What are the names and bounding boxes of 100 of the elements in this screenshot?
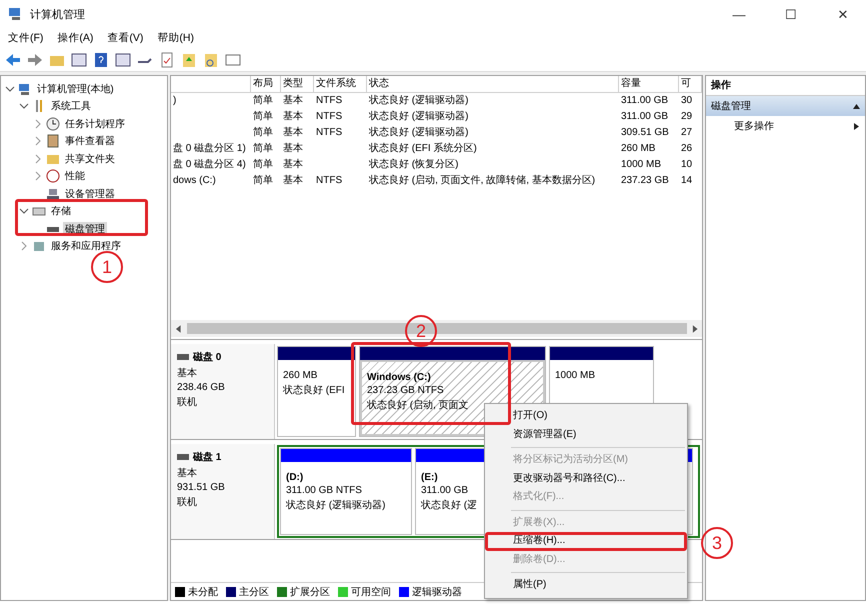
menu-item[interactable]: 帮助(H) bbox=[157, 31, 194, 45]
tree-item[interactable]: 性能 bbox=[63, 169, 87, 184]
right-arrow-icon[interactable] bbox=[690, 324, 698, 332]
table-cell-text: 基本 bbox=[282, 174, 304, 188]
collapse-triangle-icon[interactable] bbox=[853, 102, 860, 110]
table-cell-text: NTFS bbox=[315, 174, 344, 188]
tree-item[interactable]: 任务计划程序 bbox=[63, 116, 127, 131]
table-cell-text: NTFS bbox=[315, 126, 344, 140]
table-cell-text: 状态良好 (逻辑驱动器) bbox=[368, 126, 470, 140]
partition-size: 237.23 GB NTFS bbox=[367, 385, 444, 396]
collapsed-chevron-icon[interactable] bbox=[33, 136, 43, 146]
gauge-icon bbox=[46, 169, 60, 184]
collapsed-chevron-icon[interactable] bbox=[33, 118, 43, 129]
close-button[interactable]: ✕ bbox=[820, 0, 866, 28]
table-cell-text: 状态良好 (逻辑驱动器) bbox=[368, 94, 470, 108]
table-cell-text: 14 bbox=[680, 174, 694, 188]
partition-block[interactable]: 260 MB 状态良好 (EFI bbox=[277, 346, 356, 437]
disk-detail: 931.51 GB bbox=[177, 482, 226, 493]
menu-item[interactable]: 查看(V) bbox=[107, 31, 144, 45]
column-header[interactable]: 可 bbox=[679, 76, 702, 92]
legend-label: 可用空间 bbox=[351, 586, 391, 598]
context-menu-item[interactable]: 更改驱动器号和路径(C)... bbox=[485, 470, 687, 488]
actions-section-header[interactable]: 磁盘管理 bbox=[706, 96, 865, 116]
submenu-triangle-icon bbox=[853, 122, 860, 130]
table-cell-text: 盘 0 磁盘分区 1) bbox=[172, 142, 247, 156]
context-menu-item[interactable]: 属性(P) bbox=[485, 576, 687, 594]
table-cell-text: 基本 bbox=[282, 110, 304, 124]
table-cell-text: 简单 bbox=[252, 158, 274, 172]
minimize-button[interactable]: — bbox=[716, 0, 762, 28]
table-cell-text: 盘 0 磁盘分区 4) bbox=[172, 158, 247, 172]
disk-detail: 238.46 GB bbox=[177, 382, 226, 393]
table-cell-text: 简单 bbox=[252, 174, 274, 188]
tree-item[interactable]: 服务和应用程序 bbox=[49, 239, 123, 254]
table-cell-text: 311.00 GB bbox=[620, 94, 670, 108]
partition-status: 状态良好 (逻 bbox=[421, 498, 478, 512]
column-header[interactable]: 容量 bbox=[619, 76, 679, 92]
table-cell-text: 简单 bbox=[252, 94, 274, 108]
table-cell-text: 基本 bbox=[282, 126, 304, 140]
disk-detail: 联机 bbox=[177, 396, 198, 409]
partition-status: 状态良好 (启动, 页面文 bbox=[367, 398, 469, 412]
table-cell-text: 状态良好 (逻辑驱动器) bbox=[368, 110, 470, 124]
partition-size: 311.00 GB bbox=[421, 485, 468, 496]
column-header[interactable]: 状态 bbox=[367, 76, 619, 92]
tree-item[interactable]: 系统工具 bbox=[49, 99, 93, 114]
table-cell-text: 状态良好 (启动, 页面文件, 故障转储, 基本数据分区) bbox=[368, 174, 596, 188]
tree-item[interactable]: 计算机管理(本地) bbox=[35, 82, 116, 96]
table-cell-text: 10 bbox=[680, 158, 694, 172]
disk-detail: 基本 bbox=[177, 366, 198, 380]
disk-name: 磁盘 0 bbox=[193, 350, 222, 364]
action-label: 更多操作 bbox=[734, 120, 774, 133]
expanded-chevron-icon[interactable] bbox=[5, 84, 15, 94]
clock-icon bbox=[46, 116, 60, 131]
table-cell-text: ) bbox=[172, 94, 178, 108]
step-number: 3 bbox=[701, 527, 733, 559]
collapsed-chevron-icon[interactable] bbox=[33, 154, 43, 164]
legend-label: 主分区 bbox=[239, 586, 269, 598]
panel-icon[interactable] bbox=[70, 50, 88, 68]
table-cell-text: NTFS bbox=[315, 94, 344, 108]
panel-icon[interactable] bbox=[114, 50, 132, 68]
tree-item[interactable]: 设备管理器 bbox=[63, 186, 117, 201]
window-title: 计算机管理 bbox=[30, 8, 86, 22]
step-number: 1 bbox=[91, 251, 123, 283]
column-header[interactable]: 类型 bbox=[281, 76, 314, 92]
tree-item[interactable]: 共享文件夹 bbox=[63, 152, 117, 166]
table-cell-text: 237.23 GB bbox=[620, 174, 670, 188]
section-title: 磁盘管理 bbox=[711, 100, 751, 113]
disk-detail: 基本 bbox=[177, 466, 198, 480]
menu-item[interactable]: 操作(A) bbox=[57, 31, 94, 45]
partition-size: 260 MB bbox=[283, 370, 318, 381]
partition-status: 状态良好 (逻辑驱动器) bbox=[286, 498, 386, 512]
step-number: 2 bbox=[405, 315, 437, 347]
expanded-chevron-icon[interactable] bbox=[19, 101, 29, 112]
menu-item[interactable]: 文件(F) bbox=[8, 31, 44, 45]
table-cell-text: 简单 bbox=[252, 110, 274, 124]
legend-label: 逻辑驱动器 bbox=[412, 586, 462, 598]
tree-item[interactable]: 事件查看器 bbox=[63, 134, 117, 148]
tree-item[interactable]: 存储 bbox=[49, 204, 73, 218]
collapsed-chevron-icon[interactable] bbox=[33, 171, 43, 182]
expanded-chevron-icon[interactable] bbox=[19, 206, 29, 216]
table-cell-text: 309.51 GB bbox=[620, 126, 670, 140]
maximize-button[interactable]: ☐ bbox=[768, 0, 814, 28]
table-cell-text: 30 bbox=[680, 94, 694, 108]
table-cell-text: 260 MB bbox=[620, 142, 656, 156]
partition-size: 311.00 GB NTFS bbox=[286, 485, 362, 496]
action-item[interactable]: 更多操作 bbox=[706, 116, 865, 136]
table-cell-text: 状态良好 (EFI 系统分区) bbox=[368, 142, 478, 156]
table-cell-text: 简单 bbox=[252, 142, 274, 156]
partition-status: 状态良好 (EFI bbox=[283, 384, 345, 397]
column-header[interactable]: 文件系统 bbox=[314, 76, 367, 92]
device-icon bbox=[46, 186, 60, 201]
collapsed-chevron-icon[interactable] bbox=[19, 241, 29, 252]
help-book-icon[interactable] bbox=[92, 50, 110, 68]
context-menu-item[interactable]: 压缩卷(H)... bbox=[485, 532, 687, 550]
table-cell-text: NTFS bbox=[315, 110, 344, 124]
table-cell-text: 状态良好 (恢复分区) bbox=[368, 158, 460, 172]
partition-block[interactable]: (D:) 311.00 GB NTFS 状态良好 (逻辑驱动器) bbox=[280, 448, 412, 535]
left-arrow-icon[interactable] bbox=[175, 324, 182, 332]
table-cell-text: 1000 MB bbox=[620, 158, 662, 172]
column-header[interactable]: 布局 bbox=[251, 76, 281, 92]
disk-name: 磁盘 1 bbox=[193, 450, 222, 464]
